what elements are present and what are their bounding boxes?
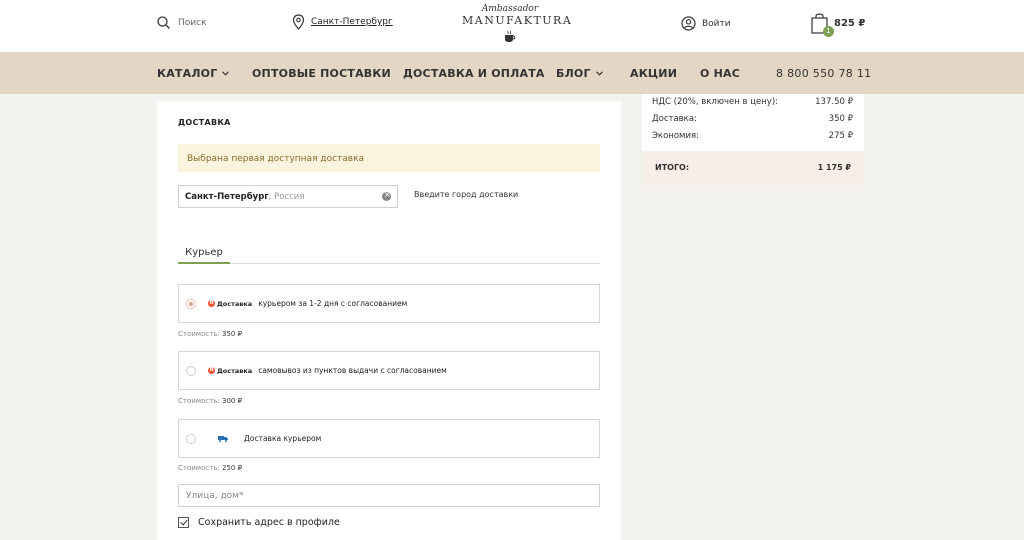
- nav-item-blog[interactable]: БЛОГ: [556, 67, 603, 80]
- radio-selected[interactable]: [186, 298, 196, 309]
- summary-row: Экономия: 275 ₽: [652, 131, 853, 141]
- option-cost: Стоимость: 300 ₽: [178, 397, 243, 405]
- cart-count-badge: 1: [823, 26, 834, 37]
- city-hint: Введите город доставки: [414, 190, 519, 199]
- radio-unselected[interactable]: [186, 433, 196, 444]
- delivery-option[interactable]: Я Доставка курьером за 1-2 дня с согласов…: [178, 284, 600, 323]
- delivery-section: ДОСТАВКА Выбрана первая доступная достав…: [157, 101, 621, 540]
- nav-item-label: БЛОГ: [556, 67, 591, 80]
- tab-active-indicator: [178, 262, 230, 264]
- city-value: Санкт-Петербург: [185, 191, 269, 202]
- city-input[interactable]: Санкт-Петербург, Россия: [178, 185, 398, 208]
- site-header: Поиск Санкт-Петербург Ambassador MANUFAK…: [0, 0, 1024, 52]
- summary-total: ИТОГО: 1 175 ₽: [642, 151, 864, 185]
- option-text: Доставка курьером: [244, 434, 322, 443]
- clear-icon[interactable]: [382, 190, 391, 201]
- delivery-notice: Выбрана первая доступная доставка: [178, 144, 600, 172]
- checkbox-checked[interactable]: [178, 517, 189, 528]
- save-address-label: Сохранить адрес в профиле: [198, 517, 340, 528]
- section-title: ДОСТАВКА: [178, 118, 231, 127]
- tab-divider: [178, 263, 600, 264]
- nav-item-label: ДОСТАВКА И ОПЛАТА: [403, 67, 545, 80]
- logo-script: Ambassador: [481, 4, 539, 14]
- order-summary: НДС (20%, включен в цену): 137.50 ₽ Доста…: [642, 94, 864, 185]
- user-icon: [681, 16, 696, 31]
- login-label: Войти: [702, 18, 731, 29]
- city-country: , Россия: [268, 191, 305, 202]
- tab-courier[interactable]: Курьер: [178, 247, 230, 258]
- nav-item-label: О НАС: [700, 67, 740, 80]
- nav-item-label: ОПТОВЫЕ ПОСТАВКИ: [252, 67, 391, 80]
- cart-total: 825 ₽: [834, 17, 866, 29]
- nav-item-label: КАТАЛОГ: [157, 67, 218, 80]
- option-cost: Стоимость: 350 ₽: [178, 330, 243, 338]
- nav-item-label: АКЦИИ: [630, 67, 678, 80]
- search-label: Поиск: [178, 17, 207, 28]
- nav-item-promotions[interactable]: АКЦИИ: [630, 67, 677, 80]
- city-selector[interactable]: Санкт-Петербург: [292, 14, 393, 30]
- phone-number[interactable]: 8 800 550 78 11: [776, 67, 871, 80]
- nav-item-catalog[interactable]: КАТАЛОГ: [157, 67, 230, 80]
- nav-item-wholesale[interactable]: ОПТОВЫЕ ПОСТАВКИ: [252, 67, 391, 80]
- nav-item-about[interactable]: О НАС: [700, 67, 740, 80]
- search-icon: [157, 16, 170, 29]
- nav-item-delivery[interactable]: ДОСТАВКА И ОПЛАТА: [403, 67, 545, 80]
- cart-button[interactable]: 1 825 ₽: [811, 12, 866, 37]
- city-label: Санкт-Петербург: [311, 17, 393, 27]
- chevron-down-icon: [222, 71, 230, 76]
- location-pin-icon: [292, 14, 305, 30]
- summary-row: НДС (20%, включен в цену): 137.50 ₽: [652, 97, 853, 107]
- total-value: 1 175 ₽: [817, 163, 851, 172]
- option-text: самовывоз из пунктов выдачи с согласован…: [258, 366, 447, 375]
- search-link[interactable]: Поиск: [157, 16, 207, 29]
- delivery-option[interactable]: Я Доставка самовывоз из пунктов выдачи с …: [178, 351, 600, 390]
- street-input[interactable]: Улица, дом*: [178, 484, 600, 507]
- total-label: ИТОГО:: [655, 163, 690, 172]
- delivery-option[interactable]: Доставка курьером: [178, 419, 600, 458]
- yandex-delivery-logo: Я Доставка: [208, 299, 253, 308]
- radio-unselected[interactable]: [186, 365, 196, 376]
- truck-icon: [218, 436, 228, 442]
- brand-logo[interactable]: Ambassador MANUFAKTURA: [462, 4, 573, 47]
- option-cost: Стоимость: 250 ₽: [178, 464, 243, 472]
- login-link[interactable]: Войти: [681, 16, 731, 31]
- save-address-checkbox[interactable]: Сохранить адрес в профиле: [178, 517, 340, 528]
- option-text: курьером за 1-2 дня с согласованием: [258, 299, 408, 308]
- logo-main: MANUFAKTURA: [462, 14, 573, 27]
- chevron-down-icon: [595, 71, 603, 76]
- main-nav: КАТАЛОГ ОПТОВЫЕ ПОСТАВКИ ДОСТАВКА И ОПЛА…: [0, 52, 1024, 94]
- summary-row: Доставка: 350 ₽: [652, 114, 853, 124]
- coffee-cup-icon: [505, 30, 516, 42]
- yandex-delivery-logo: Я Доставка: [208, 366, 253, 375]
